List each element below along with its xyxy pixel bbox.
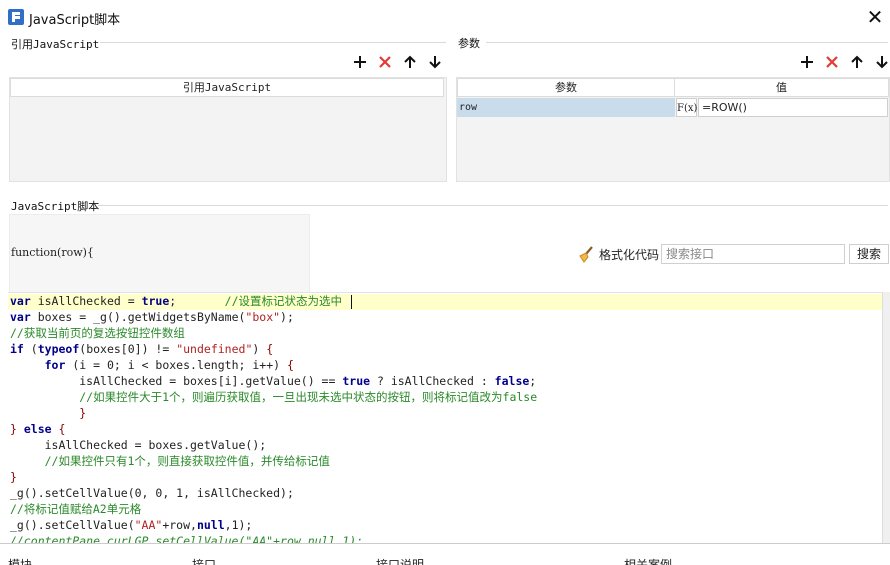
search-button[interactable]: 搜索 [849,244,889,264]
close-button[interactable]: ✕ [862,4,888,30]
code-line: //将标记值赋给A2单元格 [10,502,142,516]
divider [486,42,888,43]
window-title: JavaScript脚本 [29,13,121,28]
move-down-ref-button[interactable] [427,54,443,70]
add-icon [801,56,813,68]
code-line: var boxes = _g().getWidgetsByName("box")… [10,310,294,324]
search-interface-input[interactable]: 搜索接口 [661,244,845,264]
broom-icon [579,246,593,263]
ref-section-label: 引用JavaScript [11,38,100,51]
format-code-label: 格式化代码 [599,248,660,262]
delete-ref-button[interactable] [377,54,393,70]
divider [98,205,888,206]
ref-table: 引用JavaScript [9,77,447,182]
code-line: _g().setCellValue(0, 0, 1, isAllChecked)… [10,486,294,500]
code-line: isAllChecked = boxes[i].getValue() == tr… [10,374,537,388]
script-section-label: JavaScript脚本 [11,200,100,213]
delete-param-button[interactable] [824,54,840,70]
move-down-param-button[interactable] [874,54,890,70]
move-up-ref-button[interactable] [402,54,418,70]
text-cursor [351,295,352,309]
value-column-header: 值 [674,78,889,97]
param-name-cell[interactable]: row [457,98,675,117]
code-line: if (typeof(boxes[0]) != "undefined") { [10,342,274,356]
code-line: for (i = 0; i < boxes.length; i++) { [44,358,294,372]
code-line: } [10,470,17,484]
add-ref-button[interactable] [352,54,368,70]
delete-icon [379,56,391,68]
code-line: isAllChecked = boxes.getValue(); [10,438,267,452]
ref-column-header: 引用JavaScript [10,78,444,97]
move-up-param-button[interactable] [849,54,865,70]
code-line: //如果控件只有1个，则直接获取控件值，并传给标记值 [44,454,330,468]
code-line: _g().setCellValue("AA"+row,null,1); [10,518,253,532]
divider [100,42,446,43]
bottom-panel: 模块 接口 接口说明 相关案例 [0,543,890,565]
add-param-button[interactable] [799,54,815,70]
app-logo-icon [8,9,24,25]
code-line: } [79,406,87,420]
code-line: var isAllChecked = true; //设置标记状态为选中 [10,294,343,308]
param-column-header: 参数 [457,78,675,97]
delete-icon [826,56,838,68]
add-icon [354,56,366,68]
formula-button[interactable]: F(x) [676,98,697,117]
formula-icon: F(x) [677,103,698,114]
function-header: function(row){ [11,246,94,259]
code-line: //获取当前页的复选按钮控件数组 [10,326,185,340]
move-down-icon [429,56,441,69]
code-line: } else { [10,422,66,436]
move-down-icon [876,56,888,69]
params-section-label: 参数 [458,37,480,50]
code-scrollbar[interactable] [882,292,890,544]
move-up-icon [851,55,863,68]
param-value-input[interactable]: =ROW() [698,98,888,117]
params-table: 参数 值 row F(x) =ROW() [456,77,890,182]
code-line: //如果控件大于1个，则遍历获取值，一旦出现未选中状态的按钮，则将标记值改为fa… [79,390,538,404]
move-up-icon [404,55,416,68]
title-bar: JavaScript脚本 ✕ [0,0,890,34]
